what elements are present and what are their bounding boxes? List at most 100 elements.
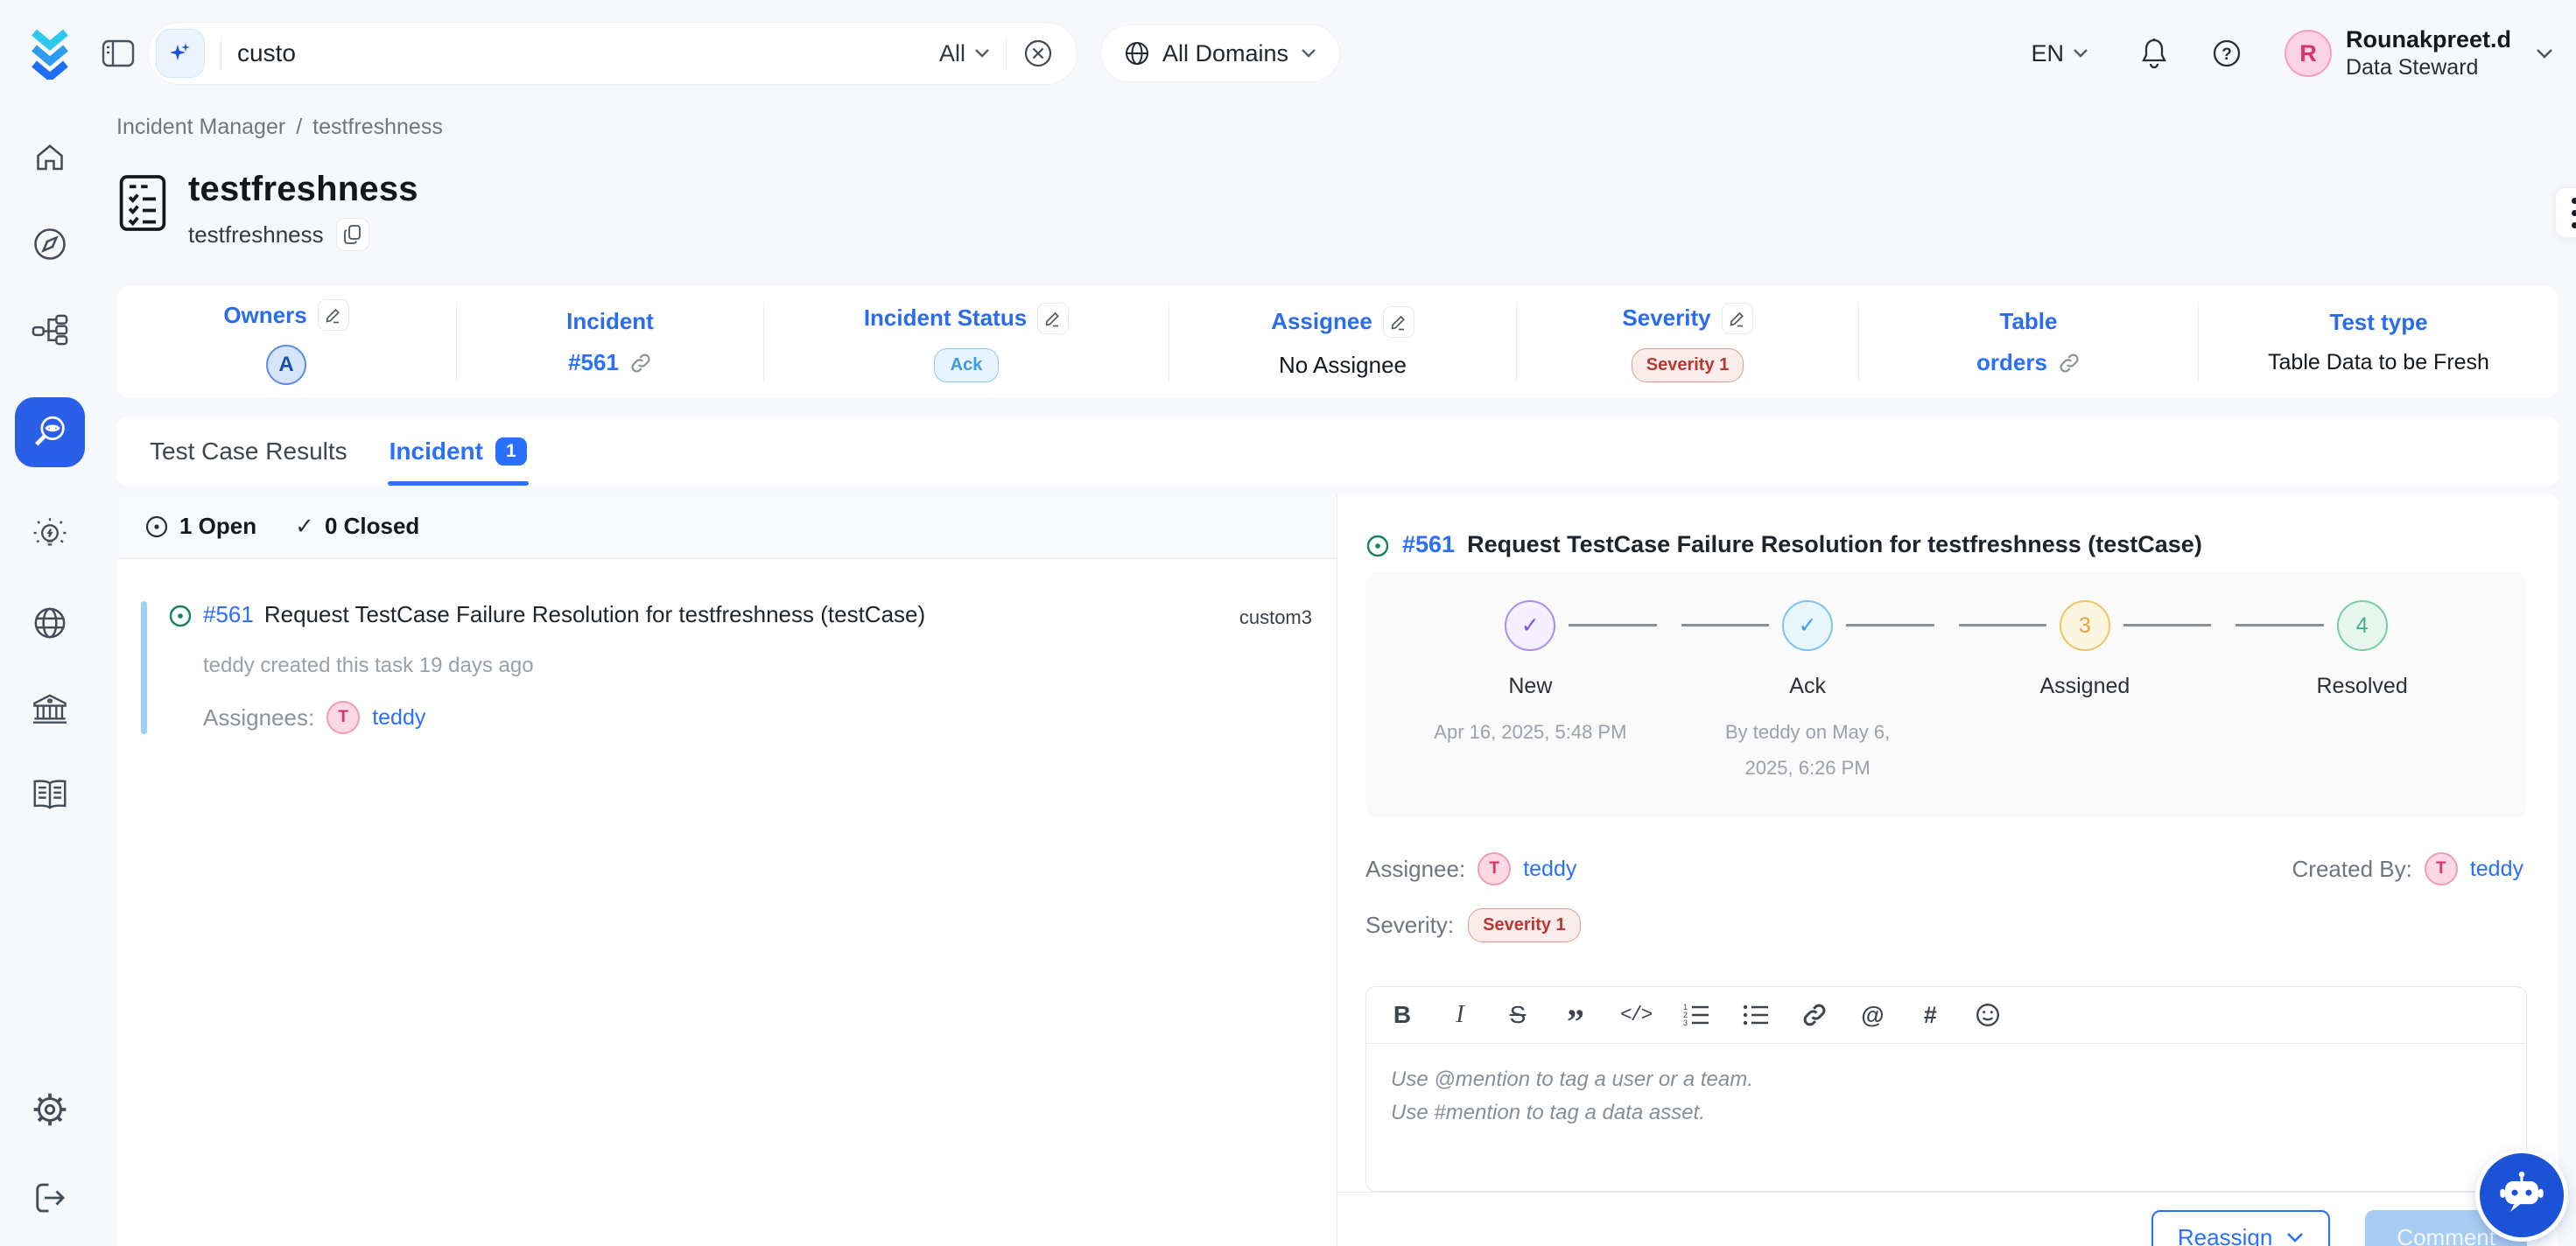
edit-status-pencil-icon[interactable] [1037,303,1069,334]
divider [1006,37,1007,70]
edit-severity-pencil-icon[interactable] [1722,303,1753,334]
sidebar-item-monitoring-icon[interactable] [15,397,85,467]
italic-icon[interactable]: I [1447,998,1473,1032]
incident-detail-column: #561 Request TestCase Failure Resolution… [1337,494,2558,1246]
detail-incident-id-link[interactable]: #561 [1402,531,1455,558]
open-count[interactable]: 1 Open [144,513,256,540]
copy-icon[interactable] [336,218,369,251]
editor-placeholder-line1: Use @mention to tag a user or a team. [1391,1067,2502,1093]
title-row: testfreshness testfreshness [116,170,2558,251]
globe-icon [1124,40,1150,66]
severity-cell: Severity Severity 1 [1516,302,1858,382]
item-accent-bar [141,601,147,734]
detail-severity: Severity: Severity 1 [1365,908,2558,942]
search-scope-dropdown[interactable]: All [939,40,990,67]
step-assigned: 3 Assigned [1947,600,2224,786]
test-type-value: Table Data to be Fresh [2268,350,2489,375]
edit-owners-pencil-icon[interactable] [318,299,349,331]
breadcrumb-parent[interactable]: Incident Manager [116,115,285,140]
app-logo-icon[interactable] [0,27,99,80]
language-label: EN [2031,40,2064,67]
assignee-avatar[interactable]: T [326,701,360,734]
check-icon: ✓ [295,513,314,540]
comment-input[interactable]: Use @mention to tag a user or a team. Us… [1366,1044,2526,1191]
sidebar-item-lineage-icon[interactable] [31,312,69,348]
language-dropdown[interactable]: EN [2031,40,2088,67]
tab-incident[interactable]: Incident 1 [388,417,529,486]
ordered-list-icon[interactable]: 123 [1682,998,1710,1032]
chevron-down-icon [974,48,990,59]
user-name: Rounakpreet.d [2346,25,2511,55]
chatbot-fab-robot-icon[interactable] [2480,1153,2564,1237]
incident-id-link[interactable]: #561 [203,601,254,628]
incident-list-header: 1 Open ✓ 0 Closed [116,494,1337,559]
user-menu-chevron-icon[interactable] [2536,48,2553,60]
creator-name-link[interactable]: teddy [2470,857,2523,882]
link-icon[interactable] [1801,998,1828,1032]
bullet-list-icon[interactable] [1742,998,1770,1032]
sidebar-item-governance-bank-icon[interactable] [31,691,69,728]
sidebar-item-web-globe-icon[interactable] [31,604,69,642]
detail-severity-label: Severity: [1365,912,1454,939]
settings-gear-icon[interactable] [31,1090,69,1129]
table-cell: Table orders [1858,302,2198,382]
search-input[interactable] [237,39,939,67]
assignee-name-link[interactable]: teddy [1523,857,1576,882]
code-icon[interactable]: </> [1620,998,1651,1032]
incident-title: Request TestCase Failure Resolution for … [264,601,925,628]
link-icon[interactable] [2058,352,2081,374]
page-title: testfreshness [188,170,418,209]
chevron-down-icon [2073,48,2088,59]
blockquote-icon[interactable]: ” [1562,998,1589,1032]
strikethrough-icon[interactable]: S [1505,998,1531,1032]
more-actions-kebab-icon[interactable] [2555,187,2576,238]
ai-sparkle-icon [156,29,205,78]
incident-number-link[interactable]: #561 [568,349,619,376]
tab-test-case-results[interactable]: Test Case Results [148,417,349,486]
main-content: Incident Manager / testfreshness testfre… [99,107,2576,1246]
detail-footer: Reassign Comment [1337,1192,2558,1246]
open-status-icon [1365,534,1390,558]
incident-list-item[interactable]: #561 Request TestCase Failure Resolution… [116,601,1337,734]
sidebar-toggle-icon[interactable] [99,34,137,73]
hashtag-icon[interactable]: # [1917,998,1943,1032]
emoji-icon[interactable] [1975,998,2001,1032]
sidebar-item-insights-bulb-icon[interactable] [31,516,69,555]
sidebar-item-home-icon[interactable] [32,140,68,177]
test-type-label: Test type [2329,309,2427,336]
tab-bar: Test Case Results Incident 1 [116,417,2558,486]
page-subtitle: testfreshness [188,221,324,248]
user-avatar[interactable]: R [2285,30,2332,77]
clear-search-icon[interactable] [1022,38,1054,69]
assignee-label: Assignee [1271,308,1372,335]
test-type-cell: Test type Table Data to be Fresh [2198,302,2558,382]
incident-list-column: 1 Open ✓ 0 Closed [116,494,1337,1246]
search-scope-label: All [939,40,965,67]
reassign-button[interactable]: Reassign [2151,1210,2330,1246]
editor-placeholder-line2: Use #mention to tag a data asset. [1391,1100,2502,1126]
sidebar-item-docs-book-icon[interactable] [30,777,70,812]
mention-icon[interactable]: @ [1859,998,1885,1032]
table-label: Table [2000,308,2058,335]
assignee-avatar[interactable]: T [1478,852,1511,886]
bold-icon[interactable]: B [1389,998,1415,1032]
detail-assignee-label: Assignee: [1365,856,1465,883]
sidebar-item-explore-compass-icon[interactable] [32,226,68,262]
step-ack-circle: ✓ [1782,600,1833,651]
detail-incident-title: Request TestCase Failure Resolution for … [1467,531,2202,558]
help-icon[interactable]: ? [2211,38,2243,69]
incident-summary-card: Owners A Incident #561 [116,286,2558,398]
step-new: ✓ New Apr 16, 2025, 5:48 PM [1392,600,1669,786]
owner-avatar[interactable]: A [266,345,306,385]
closed-count[interactable]: ✓ 0 Closed [295,513,419,540]
assignee-name-link[interactable]: teddy [372,705,425,731]
domains-dropdown[interactable]: All Domains [1100,24,1340,82]
step-resolved-circle: 4 [2337,600,2388,651]
breadcrumb: Incident Manager / testfreshness [116,115,2558,140]
link-icon[interactable] [629,352,652,374]
table-link[interactable]: orders [1976,349,2047,376]
logout-icon[interactable] [32,1180,68,1216]
edit-assignee-pencil-icon[interactable] [1383,306,1414,338]
notifications-bell-icon[interactable] [2139,37,2169,70]
creator-avatar[interactable]: T [2425,852,2458,886]
